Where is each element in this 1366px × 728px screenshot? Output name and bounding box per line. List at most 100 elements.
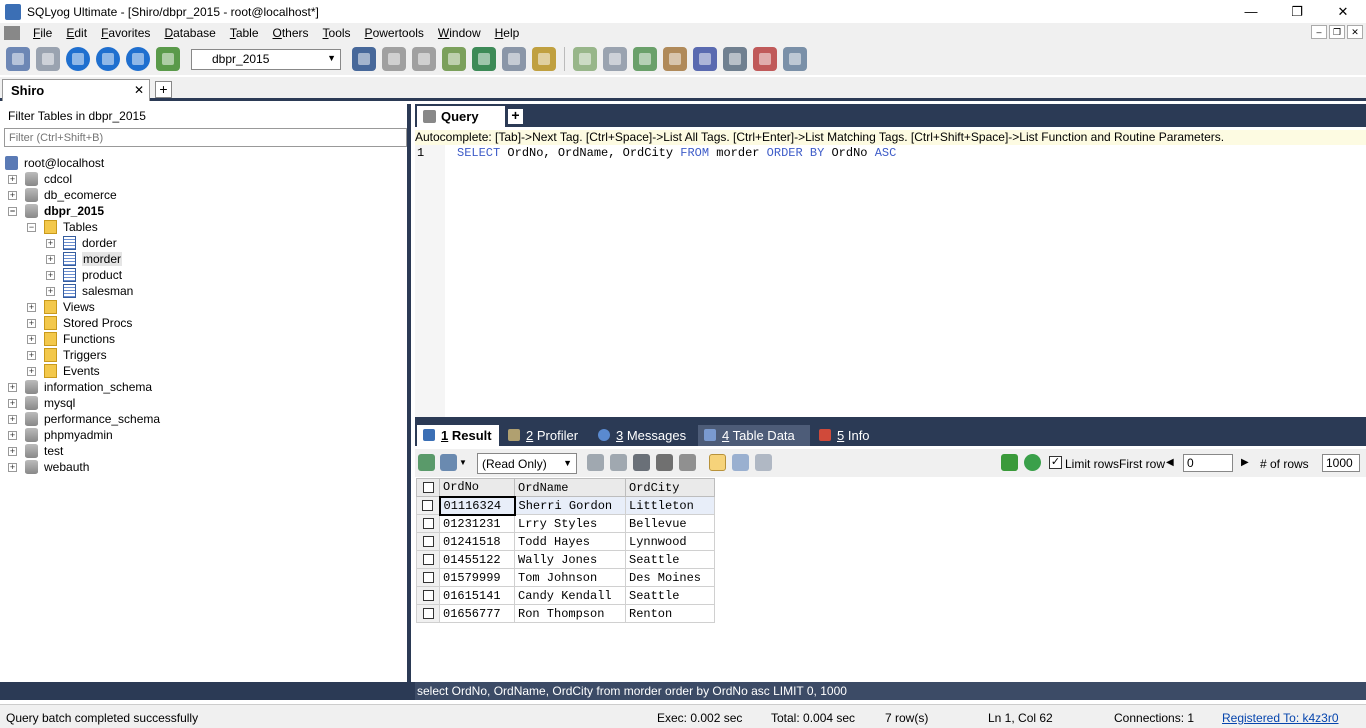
table-cell[interactable]: Ron Thompson — [514, 604, 626, 623]
menu-help[interactable]: Help — [488, 26, 527, 40]
text-view-icon[interactable] — [755, 454, 772, 471]
row-checkbox[interactable] — [416, 550, 440, 569]
table-row[interactable]: 01615141 Candy Kendall Seattle — [416, 586, 715, 605]
table-diagnostics-icon[interactable] — [753, 47, 777, 71]
tab-query[interactable]: Query — [417, 106, 505, 127]
collapse-icon[interactable]: − — [27, 222, 36, 232]
grid-view-icon[interactable] — [709, 454, 726, 471]
column-header[interactable]: OrdNo — [439, 478, 515, 497]
menu-powertools[interactable]: Powertools — [358, 26, 431, 40]
tab-result[interactable]: 1 Result — [417, 425, 499, 446]
table-cell[interactable]: Lrry Styles — [514, 514, 626, 533]
import-external-icon[interactable] — [663, 47, 687, 71]
schema-designer-icon[interactable] — [532, 47, 556, 71]
tab-messages[interactable]: 3 Messages — [592, 425, 694, 446]
notification-services-icon[interactable] — [723, 47, 747, 71]
tree-server[interactable]: root@localhost — [5, 155, 104, 171]
maximize-button[interactable]: ❐ — [1274, 0, 1320, 23]
table-cell[interactable]: Renton — [625, 604, 715, 623]
column-header[interactable]: OrdCity — [625, 478, 715, 497]
filter-icon[interactable] — [1001, 454, 1018, 471]
mdi-close-button[interactable]: ✕ — [1347, 25, 1363, 39]
table-cell[interactable]: Sherri Gordon — [514, 496, 626, 515]
connection-tab-shiro[interactable]: Shiro ✕ — [2, 79, 150, 101]
table-cell[interactable]: Seattle — [625, 586, 715, 605]
tree-table-morder[interactable]: + morder — [46, 251, 123, 267]
row-checkbox[interactable] — [416, 532, 440, 551]
row-checkbox[interactable] — [416, 586, 440, 605]
tree-folder-stored-procs[interactable]: + Stored Procs — [27, 315, 132, 331]
expand-icon[interactable]: + — [27, 350, 36, 360]
prev-page-icon[interactable]: ◀ — [1166, 457, 1174, 468]
expand-icon[interactable]: + — [8, 462, 17, 472]
execute-edit-icon[interactable] — [126, 47, 150, 71]
delete-icon[interactable] — [656, 454, 673, 471]
mdi-minimize-button[interactable]: – — [1311, 25, 1327, 39]
table-cell[interactable]: Littleton — [625, 496, 715, 515]
execute-query-icon[interactable] — [66, 47, 90, 71]
filter-input[interactable] — [4, 128, 407, 147]
tree-db-db-ecomerce[interactable]: + db_ecomerce — [8, 187, 117, 203]
table-row[interactable]: 01455122 Wally Jones Seattle — [416, 550, 715, 569]
table-cell[interactable]: Seattle — [625, 550, 715, 569]
first-row-input[interactable]: 0 — [1183, 454, 1233, 472]
select-all-checkbox[interactable] — [416, 478, 440, 497]
tree-folder-tables[interactable]: − Tables — [27, 219, 98, 235]
execute-all-icon[interactable] — [96, 47, 120, 71]
expand-icon[interactable]: + — [8, 414, 17, 424]
export-icon[interactable] — [440, 454, 457, 471]
table-cell[interactable]: Todd Hayes — [514, 532, 626, 551]
user-manager-icon[interactable] — [352, 47, 376, 71]
database-select[interactable]: dbpr_2015 ▼ — [191, 48, 341, 70]
tab-info[interactable]: 5 Info — [813, 425, 883, 446]
expand-icon[interactable]: + — [46, 270, 55, 280]
expand-icon[interactable]: + — [8, 446, 17, 456]
tree-db-webauth[interactable]: + webauth — [8, 459, 89, 475]
restore-db-icon[interactable] — [412, 47, 436, 71]
menu-others[interactable]: Others — [266, 26, 316, 40]
table-cell[interactable]: Candy Kendall — [514, 586, 626, 605]
add-row-icon[interactable] — [587, 454, 604, 471]
table-cell[interactable]: Wally Jones — [514, 550, 626, 569]
expand-icon[interactable]: + — [46, 238, 55, 248]
column-header[interactable]: OrdName — [514, 478, 626, 497]
tree-folder-triggers[interactable]: + Triggers — [27, 347, 107, 363]
menu-favorites[interactable]: Favorites — [94, 26, 157, 40]
table-cell[interactable]: Bellevue — [625, 514, 715, 533]
table-cell[interactable]: 01615141 — [439, 586, 515, 605]
close-button[interactable]: ✕ — [1320, 0, 1366, 23]
add-query-tab-button[interactable]: + — [508, 108, 523, 124]
backup-db-icon[interactable] — [382, 47, 406, 71]
import-icon[interactable] — [442, 47, 466, 71]
table-row[interactable]: 01116324 Sherri Gordon Littleton — [416, 495, 715, 516]
tree-table-salesman[interactable]: + salesman — [46, 283, 133, 299]
tree-db-cdcol[interactable]: + cdcol — [8, 171, 72, 187]
tree-db-dbpr-2015[interactable]: − dbpr_2015 — [8, 203, 104, 219]
registered-link[interactable]: Registered To: k4z3r0 — [1222, 711, 1339, 725]
query-builder-icon[interactable] — [573, 47, 597, 71]
new-connection-icon[interactable] — [6, 47, 30, 71]
expand-icon[interactable]: + — [27, 366, 36, 376]
expand-icon[interactable]: + — [8, 190, 17, 200]
table-cell[interactable]: 01241518 — [439, 532, 515, 551]
collapse-icon[interactable]: − — [8, 206, 17, 216]
data-sync-icon[interactable] — [603, 47, 627, 71]
row-checkbox[interactable] — [416, 568, 440, 587]
menu-database[interactable]: Database — [157, 26, 222, 40]
new-query-icon[interactable] — [36, 47, 60, 71]
limit-rows-checkbox[interactable]: ✓ — [1049, 456, 1062, 469]
row-checkbox[interactable] — [416, 604, 440, 623]
sql-code[interactable]: SELECT OrdNo, OrdName, OrdCity FROM mord… — [457, 146, 896, 160]
tree-folder-views[interactable]: + Views — [27, 299, 95, 315]
grid-mode-select[interactable]: (Read Only) ▼ — [477, 453, 577, 474]
expand-icon[interactable]: + — [27, 318, 36, 328]
tree-folder-events[interactable]: + Events — [27, 363, 100, 379]
save-icon[interactable] — [633, 454, 650, 471]
table-cell[interactable]: 01455122 — [439, 550, 515, 569]
scheduled-jobs-icon[interactable] — [693, 47, 717, 71]
chevron-down-icon[interactable]: ▼ — [459, 458, 467, 467]
schema-sync-icon[interactable] — [633, 47, 657, 71]
table-cell[interactable]: Lynnwood — [625, 532, 715, 551]
cancel-icon[interactable] — [679, 454, 696, 471]
close-icon[interactable]: ✕ — [134, 83, 144, 97]
